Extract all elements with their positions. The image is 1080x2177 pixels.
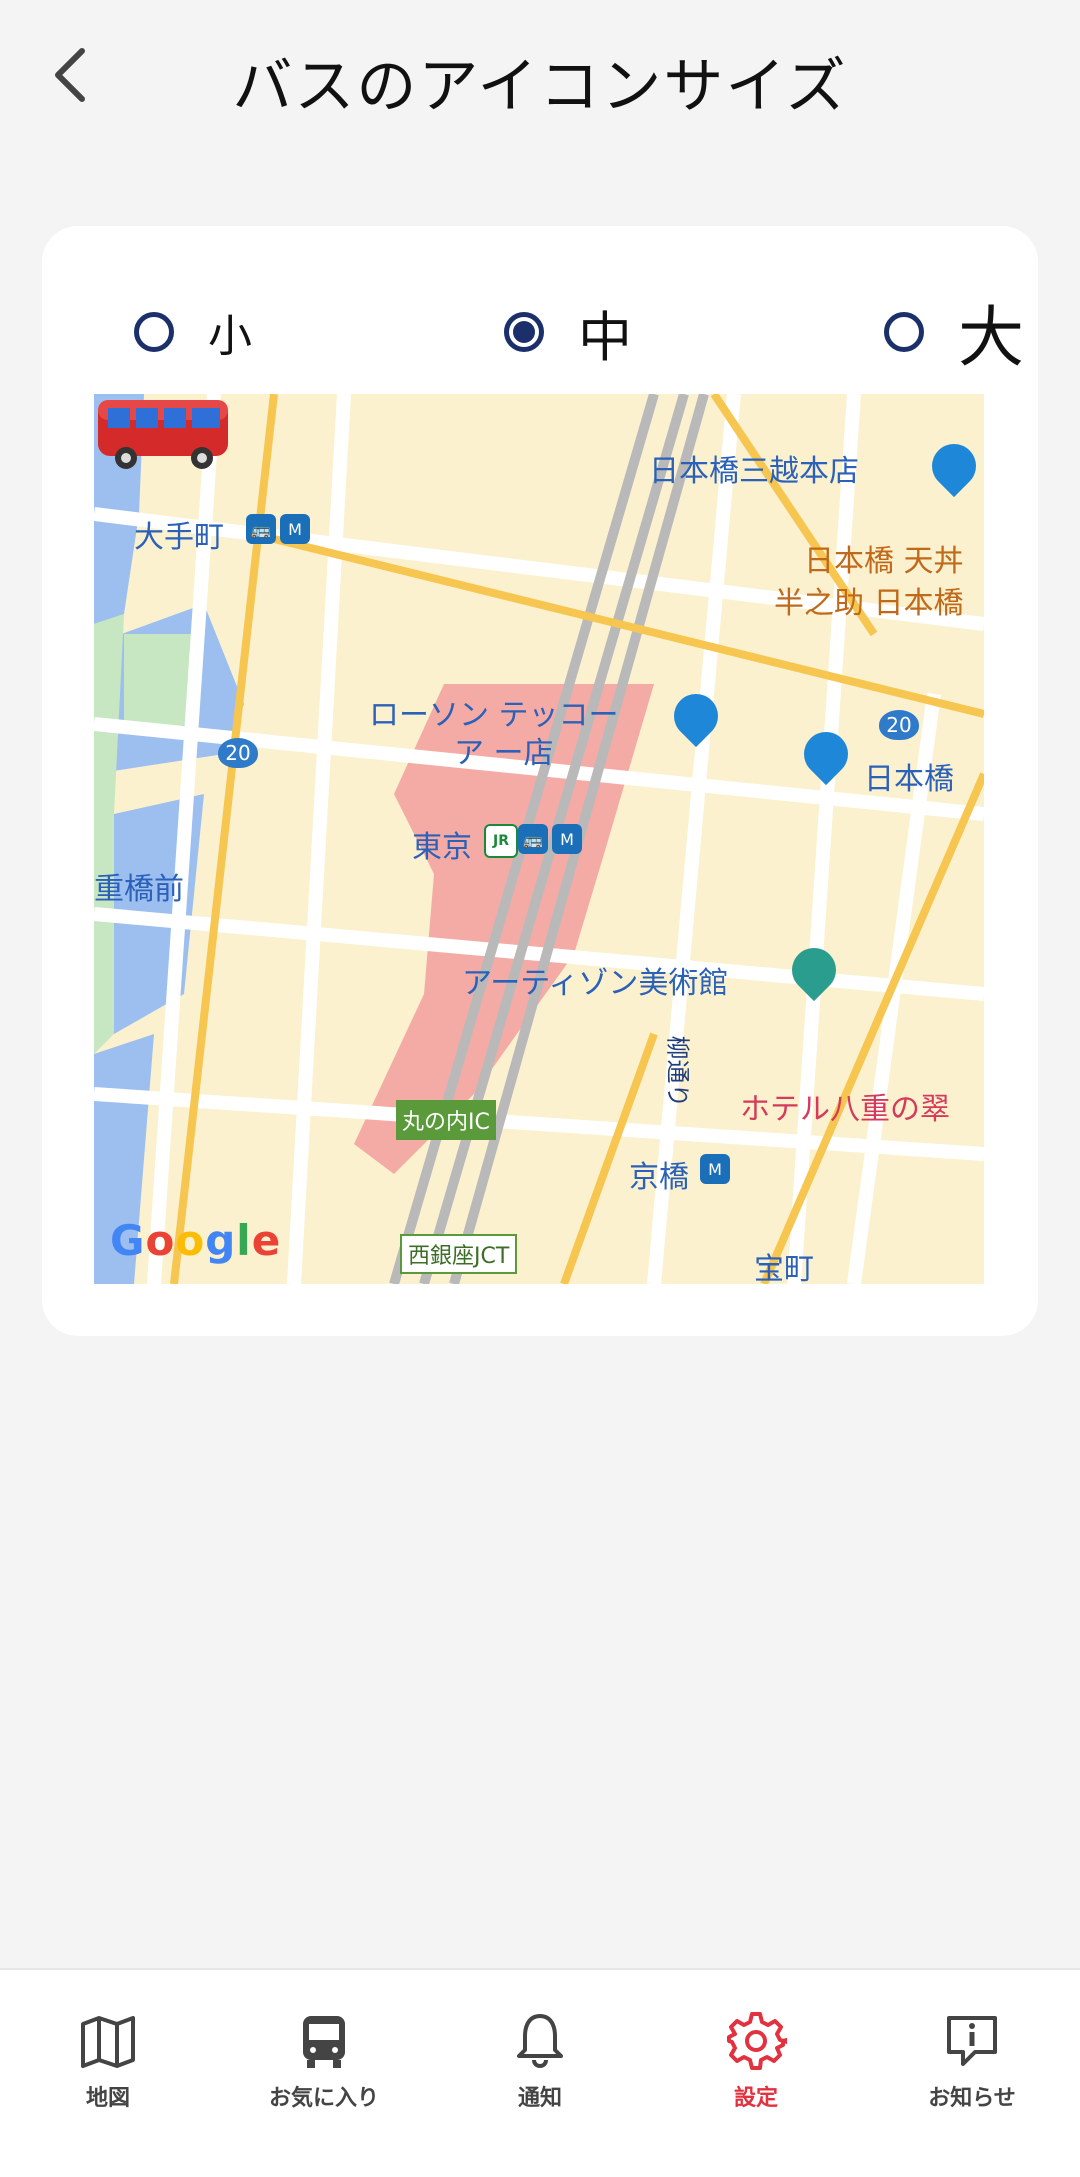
map-label-shigebashimae: 重橋前 — [94, 872, 184, 907]
map-label-hannosuke: 半之助 日本橋 — [774, 586, 964, 621]
map-label-yanagi: 柳通り — [663, 1035, 692, 1108]
radio-small[interactable] — [134, 312, 174, 352]
size-label-medium: 中 — [578, 305, 632, 369]
tab-notifications[interactable]: 通知 — [470, 2010, 610, 2140]
size-label-small: 小 — [208, 311, 252, 362]
radio-large[interactable] — [884, 312, 924, 352]
metro-icon-kyobashi: M — [700, 1154, 730, 1184]
page-title: バスのアイコンサイズ — [232, 52, 848, 122]
bus-marker-icon — [98, 400, 228, 469]
tab-notifications-label: 通知 — [517, 2086, 562, 2111]
metro-icon-tokyo: M — [552, 824, 582, 854]
metro-icon: M — [280, 514, 310, 544]
map-label-hotel: ホテル八重の翠 — [740, 1092, 950, 1127]
bus-icon — [303, 2016, 345, 2068]
size-option-medium[interactable]: 中 — [504, 272, 632, 392]
map-label-tokyo: 東京 — [412, 830, 472, 865]
google-logo: Google — [110, 1216, 282, 1265]
marunouchi-ic-badge: 丸の内IC — [396, 1100, 496, 1140]
map-label-kyobashi: 京橋 — [629, 1160, 689, 1195]
tab-map[interactable]: 地図 — [38, 2010, 178, 2140]
bus-stop-icon: 🚌 — [246, 514, 276, 544]
size-radio-group: 小 中 大 — [94, 272, 1024, 392]
header: バスのアイコンサイズ — [0, 0, 1080, 160]
size-label-large: 大 — [958, 299, 1024, 376]
tab-news[interactable]: お知らせ — [902, 2010, 1042, 2140]
tab-map-label: 地図 — [85, 2086, 130, 2111]
tab-news-label: お知らせ — [928, 2086, 1016, 2111]
map-preview: 大手町 🚌 M 日本橋三越本店 日本橋 天丼 半之助 日本橋 ローソン テッコー… — [94, 394, 984, 1284]
bottom-tab-bar: 地図 お気に入り 通知 設定 お知らせ — [0, 1968, 1080, 2177]
route-20-badge-2: 20 — [218, 738, 258, 768]
bell-icon — [517, 2014, 563, 2069]
tab-favorites-label: お気に入り — [268, 2086, 379, 2111]
map-label-takaracho: 宝町 — [754, 1252, 814, 1284]
icon-size-card: 小 中 大 大手町 🚌 M 日本橋三越本店 日本橋 天丼 半之助 日本橋 ローソ… — [42, 226, 1038, 1336]
info-bubble-icon — [947, 2016, 997, 2066]
bus-stop-icon-tokyo: 🚌 — [518, 824, 548, 854]
map-icon — [81, 2016, 135, 2068]
tab-settings[interactable]: 設定 — [686, 2010, 826, 2140]
route-20-badge: 20 — [879, 710, 919, 740]
size-option-large[interactable]: 大 — [884, 272, 1024, 392]
map-label-artizon: アーティゾン美術館 — [462, 966, 729, 1001]
tab-favorites[interactable]: お気に入り — [254, 2010, 394, 2140]
tab-settings-label: 設定 — [733, 2086, 778, 2111]
gear-icon — [727, 2012, 787, 2070]
size-option-small[interactable]: 小 — [134, 272, 252, 392]
map-label-mitsukoshi: 日本橋三越本店 — [649, 454, 859, 489]
radio-medium[interactable] — [504, 312, 544, 352]
map-label-otemachi: 大手町 — [134, 520, 224, 555]
map-label-lawson-2: ア ー店 — [454, 736, 554, 771]
map-label-nihonbashi-tenjin: 日本橋 天丼 — [804, 544, 964, 579]
jr-icon: JR — [484, 824, 518, 858]
map-label-nihonbashi: 日本橋 — [864, 762, 954, 797]
nishiginza-jct-badge: 西銀座JCT — [400, 1234, 518, 1274]
